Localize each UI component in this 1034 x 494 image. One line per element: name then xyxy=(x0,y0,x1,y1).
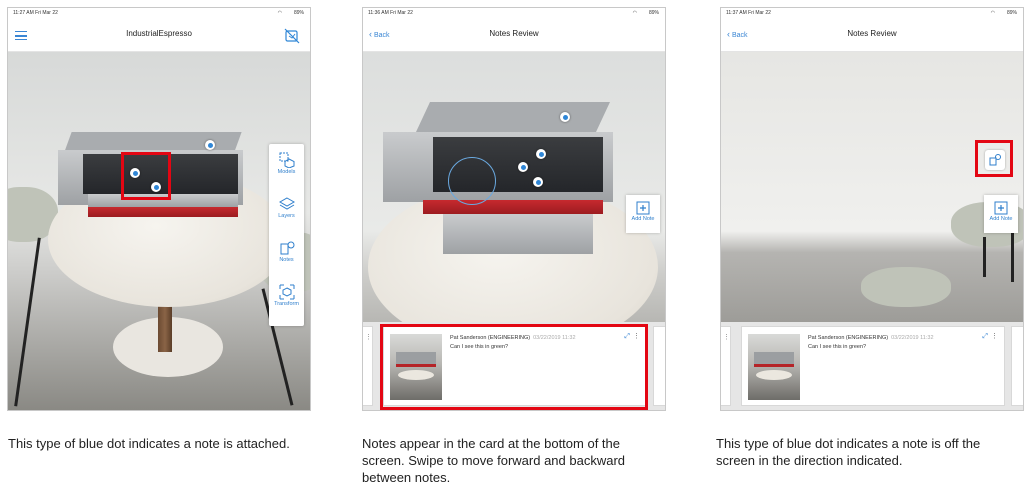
toolbar-layers-button[interactable]: Layers xyxy=(269,196,304,235)
nav-bar: ‹ Back Notes Review xyxy=(363,18,665,52)
page-title: Notes Review xyxy=(847,29,897,38)
note-marker-dot[interactable] xyxy=(533,177,543,187)
ipad-screenshot-main: 11:27 AM Fri Mar 22 ◠ 89% IndustrialEspr… xyxy=(7,7,311,411)
caption-offscreen-dot: This type of blue dot indicates a note i… xyxy=(716,436,981,468)
highlight-box xyxy=(380,324,648,410)
ipad-screenshot-offscreen-note: 11:37 AM Fri Mar 22 ◠ 89% ‹ Back Notes Re… xyxy=(720,7,1024,411)
chair xyxy=(861,267,951,307)
camera-off-icon[interactable] xyxy=(284,28,300,44)
wifi-icon: ◠ xyxy=(632,10,637,16)
caption-note-card: Notes appear in the card at the bottom o… xyxy=(362,436,626,485)
toolbar-notes-button[interactable]: Notes xyxy=(269,240,304,279)
highlight-box xyxy=(975,140,1013,177)
caption-blue-dot: This type of blue dot indicates a note i… xyxy=(8,436,290,451)
add-note-label: Add Note xyxy=(989,216,1013,222)
ar-camera-view[interactable]: Models Layers Notes Transform xyxy=(8,52,310,410)
battery-level: 89% xyxy=(293,10,304,16)
note-date: 03/22/2019 11:32 xyxy=(891,335,934,341)
nav-bar: ‹ Back Notes Review xyxy=(721,18,1023,52)
transform-icon xyxy=(279,284,294,300)
page-title: IndustrialEspresso xyxy=(126,29,192,38)
expand-icon[interactable]: ⤢ xyxy=(982,333,988,341)
note-marker-dot[interactable] xyxy=(518,162,528,172)
selected-note-ring xyxy=(448,157,496,205)
toolbar-transform-label: Transform xyxy=(274,301,299,307)
status-bar: 11:27 AM Fri Mar 22 ◠ 89% xyxy=(8,8,310,18)
toolbar-models-button[interactable]: Models xyxy=(269,152,304,191)
toolbar-layers-label: Layers xyxy=(278,213,295,219)
page-title: Notes Review xyxy=(489,29,539,38)
previous-note-card[interactable]: ⋮ xyxy=(721,326,731,406)
status-bar: 11:36 AM Fri Mar 22 ◠ 89% xyxy=(363,8,665,18)
add-note-icon xyxy=(994,201,1008,215)
notes-carousel[interactable]: ⋮ Pat Sanderson (ENGINEERING) 03/22/2019 … xyxy=(721,322,1023,410)
add-note-button[interactable]: Add Note xyxy=(984,195,1018,233)
ar-camera-view[interactable]: Add Note ⋮ Pat Sanderson (ENGINEERING) 03… xyxy=(721,52,1023,410)
add-note-label: Add Note xyxy=(631,216,655,222)
nav-bar: IndustrialEspresso xyxy=(8,18,310,52)
status-bar: 11:37 AM Fri Mar 22 ◠ 89% xyxy=(721,8,1023,18)
espresso-machine-model[interactable] xyxy=(383,92,613,272)
note-author-name: Pat Sanderson (ENGINEERING) xyxy=(808,335,889,341)
toolbar-notes-label: Notes xyxy=(279,257,294,263)
ar-camera-view[interactable]: Add Note ⋮ Pat Sanderson (ENGINEERING) 03… xyxy=(363,52,665,410)
note-marker-dot[interactable] xyxy=(560,112,570,122)
highlight-box xyxy=(121,152,171,200)
models-icon xyxy=(279,152,294,168)
note-marker-dot[interactable] xyxy=(536,149,546,159)
status-time: 11:37 AM Fri Mar 22 xyxy=(726,10,771,16)
chair-leg xyxy=(14,237,41,407)
chair-leg xyxy=(1011,232,1014,282)
next-note-card[interactable] xyxy=(653,326,665,406)
add-note-button[interactable]: Add Note xyxy=(626,195,660,233)
note-text: Can I see this in green? xyxy=(808,344,867,350)
toolbar-models-label: Models xyxy=(277,169,296,175)
more-options-icon: ⋮ xyxy=(723,334,730,341)
toolbar-transform-button[interactable]: Transform xyxy=(269,284,304,323)
battery-level: 89% xyxy=(1006,10,1017,16)
chair-leg xyxy=(983,237,986,277)
battery-level: 89% xyxy=(648,10,659,16)
note-author: Pat Sanderson (ENGINEERING) 03/22/2019 11… xyxy=(808,335,934,341)
side-toolbar: Models Layers Notes Transform xyxy=(269,144,304,326)
note-marker-dot[interactable] xyxy=(205,140,215,150)
add-note-icon xyxy=(636,201,650,215)
more-options-icon: ⋮ xyxy=(365,334,372,341)
ipad-screenshot-notes-review: 11:36 AM Fri Mar 22 ◠ 89% ‹ Back Notes Re… xyxy=(362,7,666,411)
wifi-icon: ◠ xyxy=(277,10,282,16)
status-time: 11:36 AM Fri Mar 22 xyxy=(368,10,413,16)
previous-note-card[interactable]: ⋮ xyxy=(363,326,373,406)
wifi-icon: ◠ xyxy=(990,10,995,16)
note-thumbnail xyxy=(748,334,800,400)
more-options-icon[interactable]: ⋮ xyxy=(991,332,998,340)
next-note-card[interactable] xyxy=(1011,326,1023,406)
status-time: 11:27 AM Fri Mar 22 xyxy=(13,10,58,16)
note-card[interactable]: Pat Sanderson (ENGINEERING) 03/22/2019 11… xyxy=(741,326,1005,406)
layers-icon xyxy=(278,197,295,210)
notes-icon xyxy=(280,241,294,255)
